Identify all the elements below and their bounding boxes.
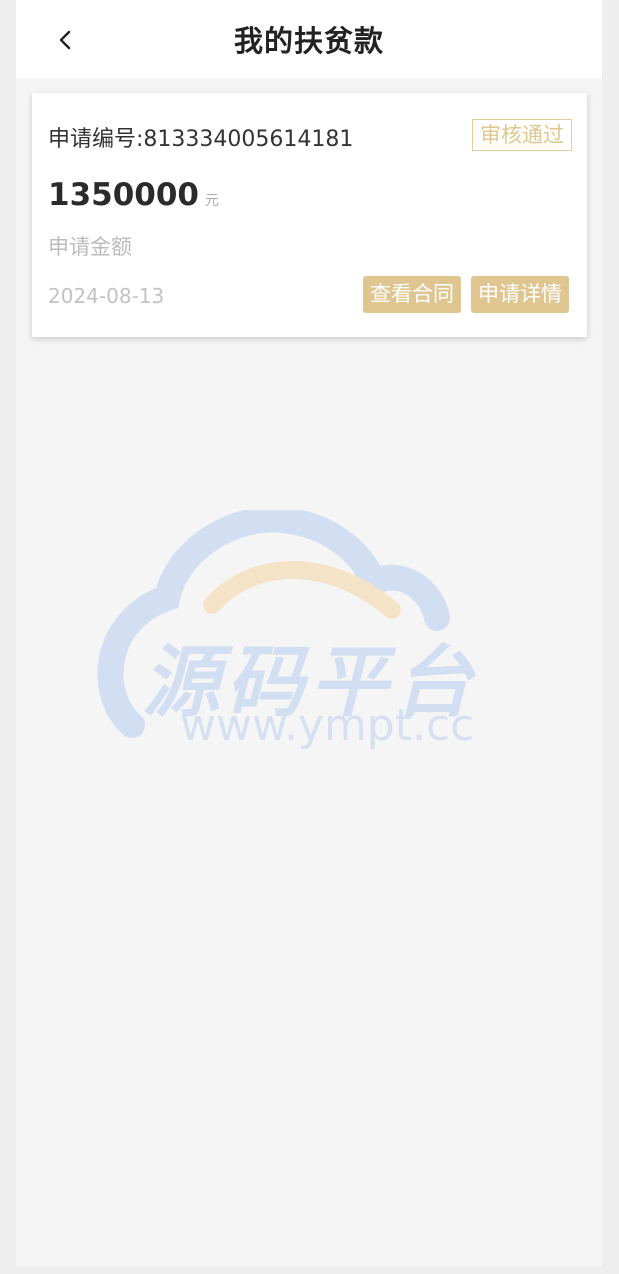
amount: 1350000 元 (48, 177, 219, 213)
amount-value: 1350000 (48, 177, 199, 213)
status-badge: 审核通过 (472, 119, 572, 151)
nav-bar: 我的扶贫款 (16, 0, 602, 78)
amount-label: 申请金额 (48, 235, 132, 259)
view-contract-button[interactable]: 查看合同 (363, 276, 461, 313)
application-number-value: 813334005614181 (143, 127, 354, 152)
watermark-url: www.ympt.cc (180, 700, 475, 751)
application-number-label: 申请编号: (48, 127, 144, 152)
amount-unit: 元 (205, 193, 219, 209)
phone-screen: 我的扶贫款 申请编号:813334005614181 审核通过 1350000 元… (16, 0, 602, 1266)
application-card: 申请编号:813334005614181 审核通过 1350000 元 申请金额 … (32, 93, 587, 337)
application-detail-button[interactable]: 申请详情 (471, 276, 569, 313)
application-number: 申请编号:813334005614181 (48, 121, 353, 153)
application-date: 2024-08-13 (48, 284, 165, 308)
watermark: 源码平台 www.ympt.cc (92, 510, 532, 760)
page-title: 我的扶贫款 (233, 24, 384, 58)
